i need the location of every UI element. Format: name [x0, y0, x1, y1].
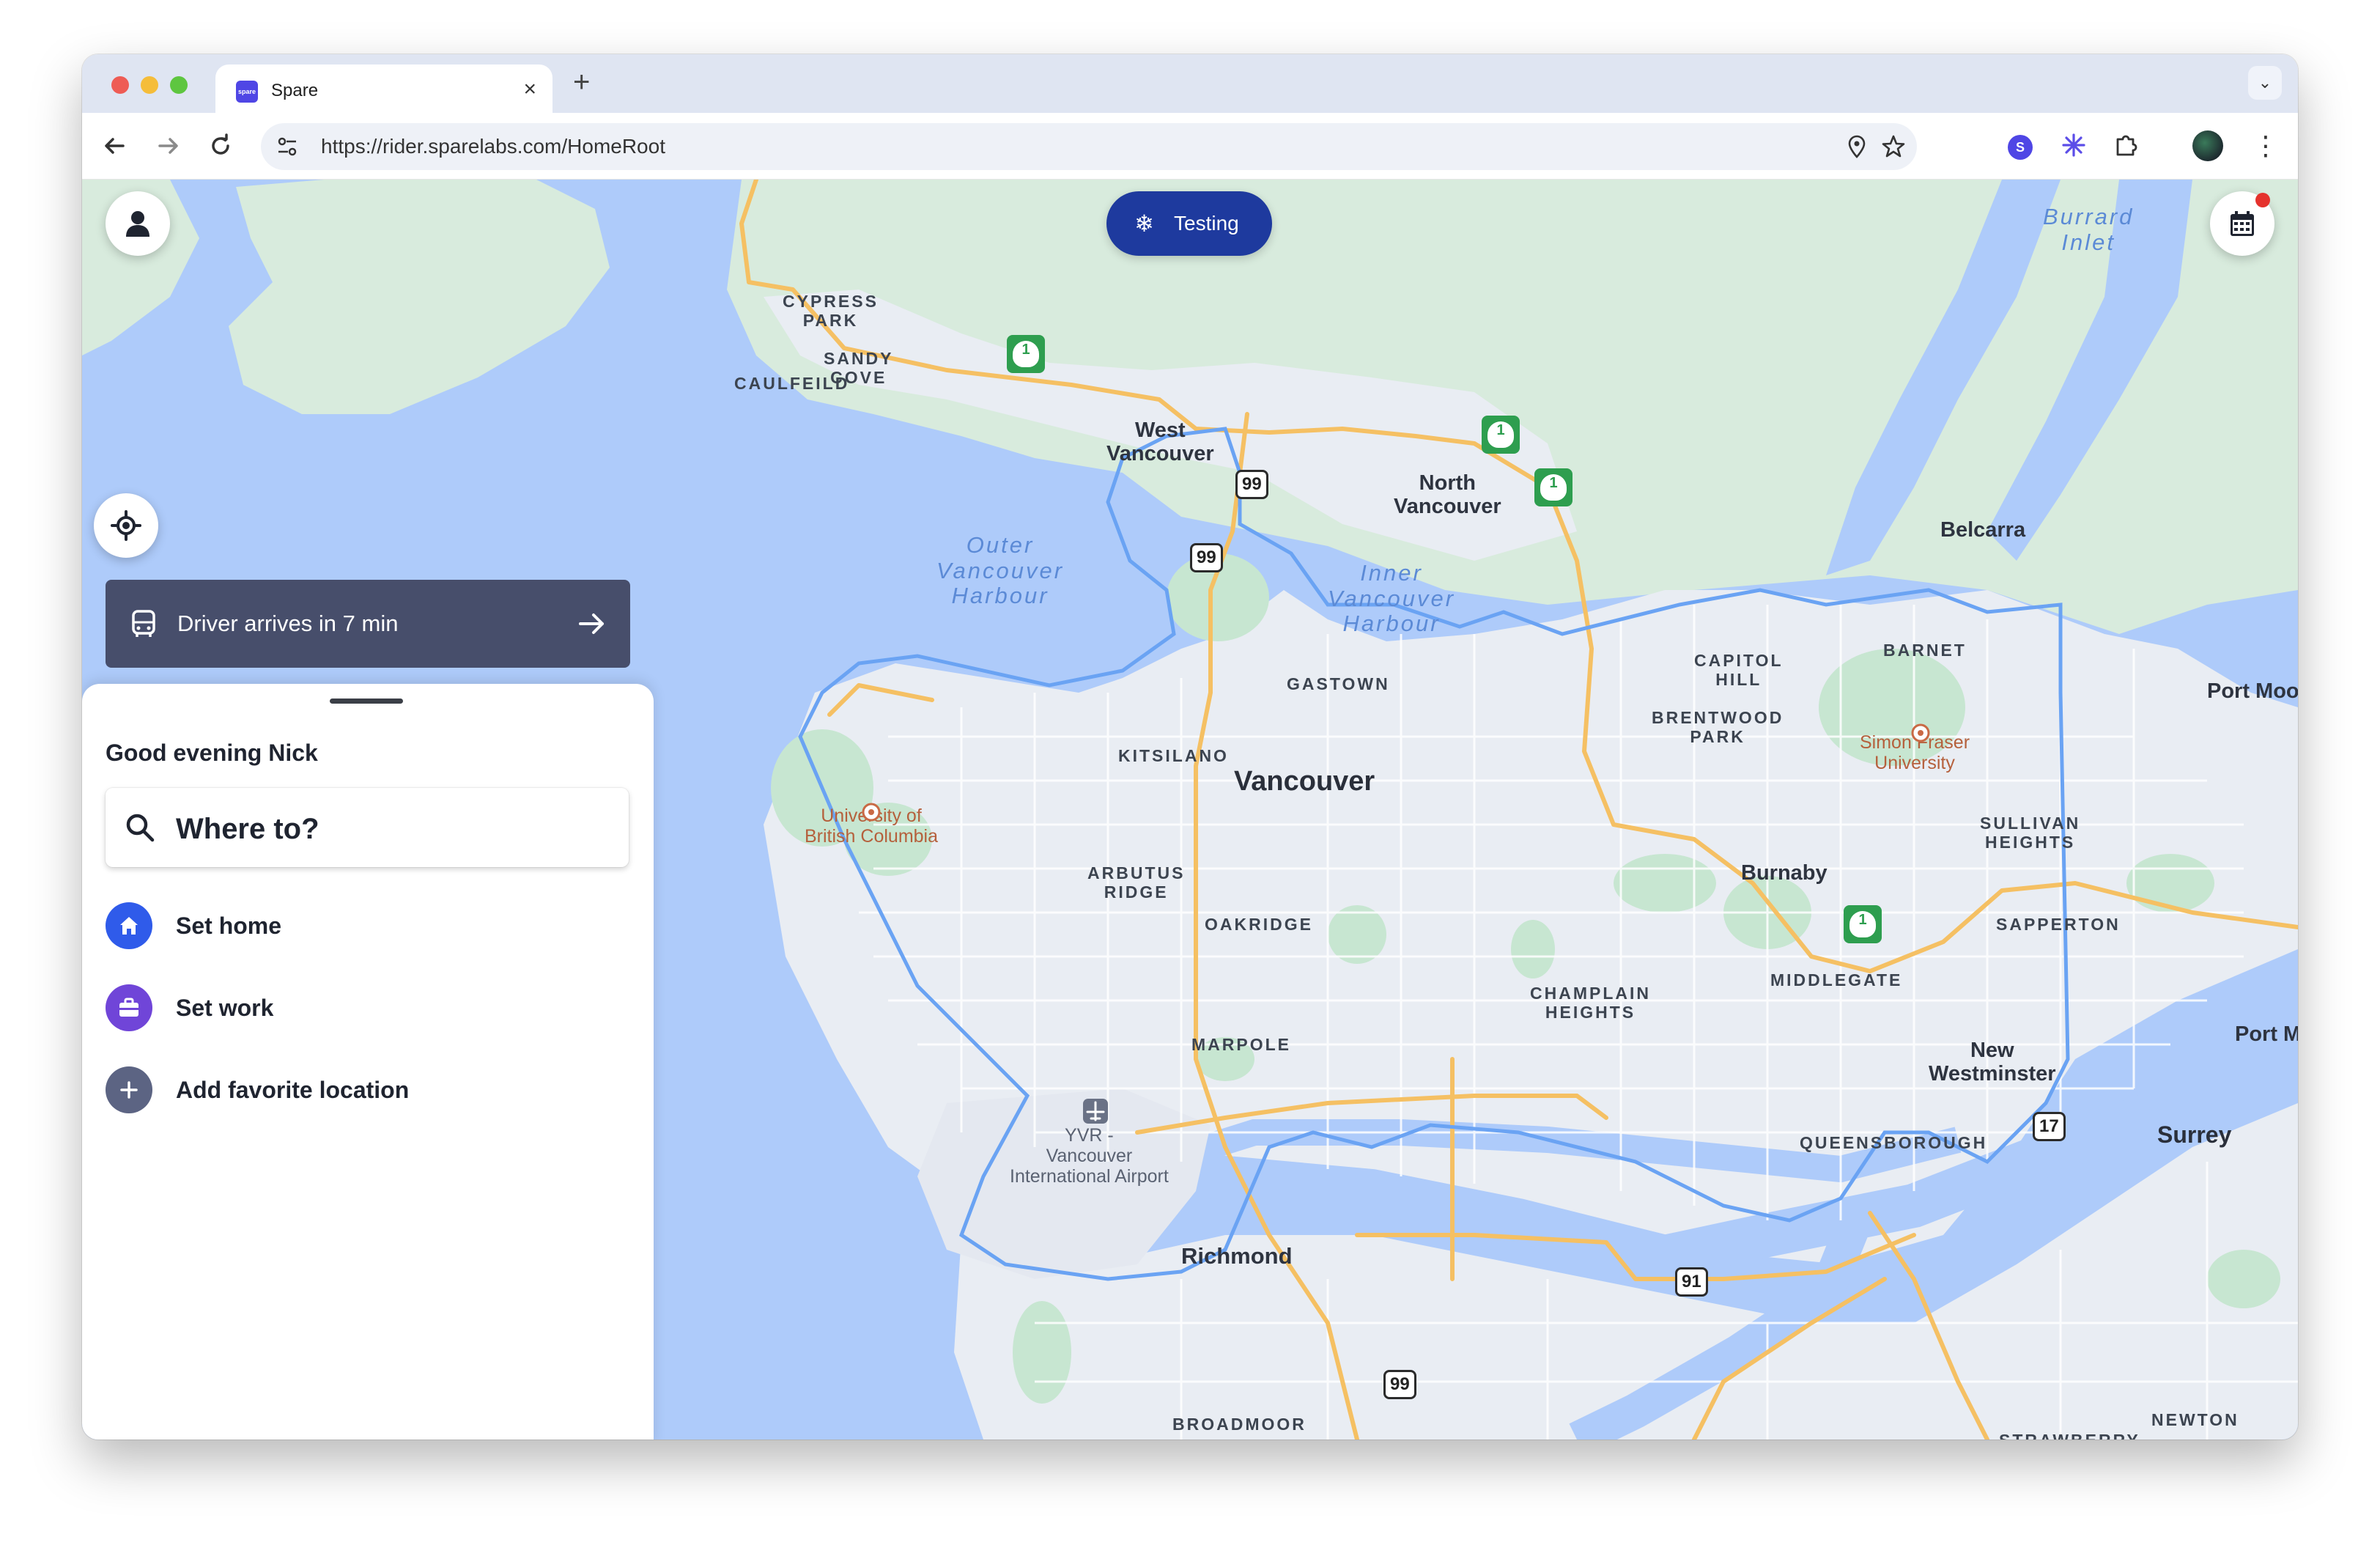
map-label-new-westminster: New Westminster [1929, 1039, 2056, 1086]
map-label-broadmoor: BROADMOOR [1172, 1415, 1307, 1434]
location-pin-icon[interactable] [1844, 133, 1870, 160]
set-work-label: Set work [176, 995, 274, 1021]
spare-favicon-icon: spare [236, 81, 258, 103]
tab-search-chevron-icon[interactable]: ⌄ [2248, 66, 2282, 100]
map-label-middlegate: MIDDLEGATE [1770, 970, 1903, 989]
browser-toolbar: https://rider.sparelabs.com/HomeRoot S ⋮ [82, 113, 2298, 180]
extensions-puzzle-icon[interactable] [2110, 129, 2143, 161]
map-label-burnaby: Burnaby [1741, 861, 1828, 885]
map-label-sullivan-heights: SULLIVAN HEIGHTS [1980, 814, 2081, 852]
arrow-right-icon [579, 613, 604, 634]
reload-icon[interactable] [202, 128, 239, 164]
university-poi-icon[interactable] [862, 803, 881, 822]
trans-canada-highway-shield: 1 [1534, 468, 1572, 506]
new-tab-button[interactable]: + [573, 66, 590, 98]
snowflake-icon: ❄ [1134, 210, 1154, 237]
highway-99-shield: 99 [1235, 470, 1268, 499]
sheet-drag-handle[interactable] [330, 699, 403, 704]
tab-strip: spare Spare × + ⌄ [82, 54, 2298, 113]
driver-arrival-banner[interactable]: Driver arrives in 7 min [106, 580, 630, 668]
trans-canada-highway-shield: 1 [1482, 416, 1520, 454]
trans-canada-highway-shield: 1 [1844, 905, 1882, 943]
minimize-window-button[interactable] [141, 76, 158, 94]
where-to-search-input[interactable]: Where to? [106, 788, 629, 867]
search-icon [126, 814, 155, 842]
briefcase-icon [106, 984, 152, 1031]
search-placeholder: Where to? [176, 813, 319, 845]
map-label-caulfeild: CAULFEILD [734, 374, 850, 393]
profile-avatar[interactable] [2192, 130, 2223, 161]
map-label-richmond: Richmond [1181, 1243, 1293, 1269]
map-label-west-vancouver: West Vancouver [1106, 419, 1214, 466]
maximize-window-button[interactable] [170, 76, 188, 94]
map-label-port-moody: Port Moo [2207, 679, 2298, 703]
back-arrow-icon[interactable] [97, 128, 133, 164]
sfu-poi-icon[interactable] [1911, 723, 1930, 742]
map-label-sapperton: SAPPERTON [1996, 915, 2121, 934]
app-viewport: CYPRESS PARK SANDY COVE CAULFEILD West Vanc… [82, 180, 2298, 1440]
map-label-strawberry: STRAWBERRY [1999, 1431, 2140, 1440]
plus-icon [106, 1066, 152, 1113]
map-label-gastown: GASTOWN [1287, 674, 1390, 693]
map-label-cypress-park: CYPRESS PARK [783, 292, 879, 330]
greeting-text: Good evening Nick [106, 740, 318, 766]
map-label-queensborough: QUEENSBOROUGH [1800, 1133, 1988, 1152]
profile-button[interactable] [106, 191, 170, 256]
map-label-surrey: Surrey [2157, 1121, 2232, 1148]
highway-17-shield: 17 [2033, 1112, 2066, 1141]
map-label-burrard-inlet: Burrard Inlet [2043, 204, 2135, 255]
person-icon [126, 211, 149, 237]
calendar-icon [2231, 211, 2254, 236]
driver-arrival-text: Driver arrives in 7 min [177, 611, 399, 636]
tab-close-icon[interactable]: × [523, 76, 536, 103]
close-window-button[interactable] [111, 76, 129, 94]
add-favorite-label: Add favorite location [176, 1077, 410, 1103]
map-label-oakridge: OAKRIDGE [1205, 915, 1313, 934]
map-label-brentwood-park: BRENTWOOD PARK [1652, 708, 1784, 746]
bus-icon [132, 610, 155, 637]
highway-99-shield: 99 [1383, 1370, 1416, 1399]
tab-spare[interactable]: spare Spare × [215, 64, 552, 113]
tab-title: Spare [271, 81, 319, 100]
set-home-item[interactable]: Set home [106, 899, 629, 952]
forward-arrow-icon[interactable] [149, 128, 186, 164]
home-bottom-sheet: Good evening Nick Where to? Set home Set… [82, 684, 654, 1440]
map-label-outer-harbour: Outer Vancouver Harbour [936, 532, 1065, 609]
site-settings-icon[interactable] [273, 132, 302, 161]
map-label-champlain-heights: CHAMPLAIN HEIGHTS [1530, 984, 1651, 1022]
map-label-vancouver: Vancouver [1234, 766, 1375, 797]
map-label-port-mann: Port M [2235, 1022, 2298, 1046]
map-label-capitol-hill: CAPITOL HILL [1694, 651, 1784, 689]
set-home-label: Set home [176, 913, 282, 939]
extension-spark-icon[interactable] [2058, 129, 2090, 161]
map-label-barnet: BARNET [1883, 641, 1967, 660]
crosshair-icon [111, 510, 141, 541]
highway-99-shield: 99 [1190, 543, 1223, 572]
trans-canada-highway-shield: 1 [1007, 335, 1045, 373]
map-label-yvr-airport: YVR - Vancouver International Airport [1010, 1125, 1169, 1187]
recenter-location-button[interactable] [94, 493, 158, 558]
browser-window: spare Spare × + ⌄ https://rider.sparelab… [82, 54, 2298, 1440]
airport-icon[interactable] [1083, 1099, 1108, 1124]
map-label-belcarra: Belcarra [1940, 518, 2026, 542]
set-work-item[interactable]: Set work [106, 981, 629, 1034]
calendar-button[interactable] [2210, 191, 2274, 256]
browser-menu-icon[interactable]: ⋮ [2252, 128, 2279, 164]
url-text[interactable]: https://rider.sparelabs.com/HomeRoot [321, 135, 665, 158]
bookmark-star-icon[interactable] [1880, 133, 1907, 160]
address-bar[interactable]: https://rider.sparelabs.com/HomeRoot [261, 123, 1917, 170]
map-label-marpole: MARPOLE [1191, 1035, 1291, 1054]
testing-environment-pill[interactable]: ❄ Testing [1106, 191, 1272, 256]
extension-s-icon[interactable]: S [2008, 135, 2033, 160]
map-label-kitsilano: KITSILANO [1118, 746, 1229, 765]
map-label-inner-harbour: Inner Vancouver Harbour [1328, 560, 1456, 637]
highway-91-shield: 91 [1675, 1267, 1708, 1297]
map-label-north-vancouver: North Vancouver [1394, 471, 1501, 519]
map-label-arbutus-ridge: ARBUTUS RIDGE [1087, 863, 1186, 902]
notification-dot [2255, 193, 2270, 207]
map-label-newton: NEWTON [2151, 1410, 2239, 1429]
testing-label: Testing [1174, 212, 1239, 235]
add-favorite-location-item[interactable]: Add favorite location [106, 1064, 629, 1116]
home-icon [106, 902, 152, 949]
